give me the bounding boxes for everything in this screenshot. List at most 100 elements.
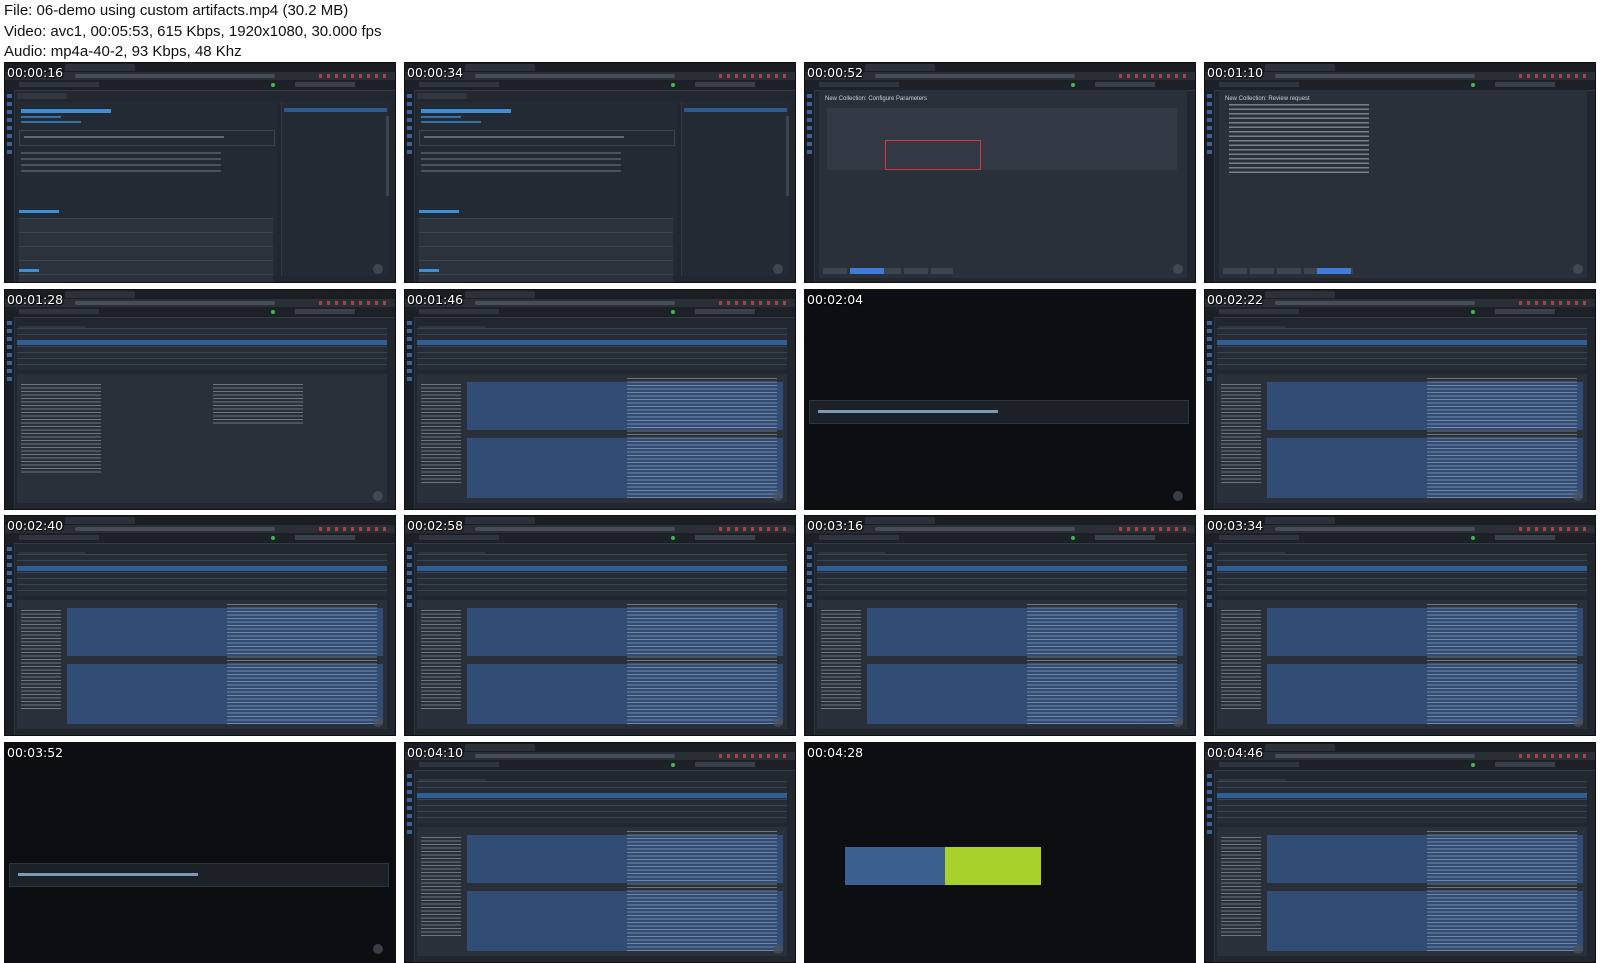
notebook-vql-cell — [9, 862, 389, 887]
video-frame-thumbnail: 00:03:52 — [4, 741, 396, 963]
help-icon — [373, 490, 383, 501]
parameters-table — [419, 218, 673, 282]
help-icon — [1173, 490, 1183, 501]
url-field — [75, 527, 275, 531]
extension-icons — [1519, 74, 1589, 78]
result-messages — [1027, 604, 1177, 724]
browser-tab — [465, 64, 535, 71]
url-field — [475, 527, 675, 531]
sidebar — [405, 769, 415, 962]
browser-tab-bar — [5, 289, 395, 299]
help-icon — [1573, 943, 1583, 954]
artifact-toolbar — [417, 93, 467, 99]
video-frame-thumbnail: 00:04:10 — [404, 741, 796, 963]
frame-timestamp: 00:03:52 — [7, 744, 64, 760]
flows-table — [417, 554, 787, 596]
vql-query — [18, 872, 198, 876]
extension-icons — [719, 300, 789, 305]
connected-status-icon — [271, 309, 275, 314]
selected-flow-row — [817, 566, 1187, 571]
client-search-input — [1219, 761, 1299, 767]
url-field — [875, 74, 1075, 78]
url-field — [75, 300, 275, 305]
browser-tab — [865, 517, 935, 524]
app-navbar — [5, 80, 395, 91]
artifact-name — [21, 109, 111, 113]
connected-status-icon — [1471, 83, 1475, 87]
client-search-input — [419, 535, 499, 540]
active-step — [850, 268, 884, 274]
flow-overview-panel — [17, 373, 387, 503]
client-search-input — [419, 761, 499, 767]
sidebar — [405, 543, 415, 735]
sidebar — [405, 316, 415, 509]
frame-timestamp: 00:04:46 — [1207, 744, 1264, 760]
sidebar — [5, 543, 15, 735]
flow-properties — [21, 383, 101, 474]
result-timestamps — [1221, 383, 1261, 484]
help-icon — [1573, 490, 1583, 501]
frame-timestamp: 00:03:16 — [807, 518, 864, 533]
video-frame-thumbnail: 00:01:28 — [4, 288, 396, 510]
vql-query — [818, 409, 998, 413]
selected-flow-row — [417, 566, 787, 571]
artifact-detail-panel — [17, 102, 277, 282]
browser-address-bar — [5, 72, 395, 80]
result-timestamps — [1221, 836, 1261, 937]
browser-tab-bar — [1205, 742, 1595, 752]
flow-results-panel — [417, 826, 787, 956]
browser-address-bar — [805, 72, 1195, 80]
user-indicator — [1495, 82, 1555, 87]
video-info-header: File: 06-demo using custom artifacts.mp4… — [0, 0, 1600, 62]
thumbnail-grid: 00:00:16 00:00:34 00:00:52 New Collectio… — [0, 62, 1600, 963]
browser-tab — [65, 517, 135, 524]
extension-icons — [1519, 753, 1589, 758]
result-timestamps — [21, 610, 61, 710]
collection-wizard: New Collection: Configure Parameters — [819, 90, 1187, 278]
browser-address-bar — [5, 298, 395, 307]
help-icon — [773, 943, 783, 954]
frame-timestamp: 00:04:10 — [407, 744, 464, 760]
connected-status-icon — [671, 83, 675, 87]
user-indicator — [1095, 82, 1155, 87]
client-search-input — [819, 535, 899, 540]
flow-results-panel — [417, 373, 787, 503]
help-icon — [1573, 717, 1583, 727]
client-search-input — [19, 535, 99, 540]
client-search-input — [1219, 535, 1299, 540]
browser-tab-bar — [1205, 516, 1595, 525]
selected-artifact — [684, 108, 787, 112]
browser-tab — [65, 64, 135, 71]
extension-icons — [719, 527, 789, 531]
flow-results-panel — [417, 600, 787, 729]
artifact-description — [19, 130, 275, 146]
browser-tab-bar — [5, 516, 395, 525]
user-indicator — [695, 82, 755, 87]
wizard-title: New Collection: Review request — [1225, 96, 1310, 102]
browser-tab-bar — [1205, 63, 1595, 72]
url-field — [1275, 74, 1475, 78]
source-heading — [419, 269, 439, 272]
sidebar — [1205, 769, 1215, 962]
audio-info: Audio: mp4a-40-2, 93 Kbps, 48 Khz — [4, 43, 242, 60]
help-icon — [773, 717, 783, 727]
flow-results-panel — [1217, 373, 1587, 503]
file-info: File: 06-demo using custom artifacts.mp4… — [4, 2, 349, 19]
result-messages — [627, 377, 777, 498]
help-icon — [1173, 264, 1183, 274]
frame-timestamp: 00:04:28 — [807, 744, 864, 760]
video-frame-thumbnail: 00:03:16 — [804, 515, 1196, 736]
browser-tab-bar — [405, 289, 795, 299]
connected-status-icon — [1071, 83, 1075, 87]
client-search-input — [419, 82, 499, 87]
connected-status-icon — [671, 762, 675, 767]
scrollbar — [786, 116, 789, 196]
sidebar — [1205, 90, 1215, 282]
artifact-references — [21, 152, 221, 176]
flows-table — [1217, 780, 1587, 823]
artifact-type — [421, 116, 461, 118]
user-indicator — [695, 761, 755, 767]
result-timestamps — [1221, 610, 1261, 710]
browser-tab-bar — [1205, 289, 1595, 299]
flows-table — [17, 327, 387, 370]
